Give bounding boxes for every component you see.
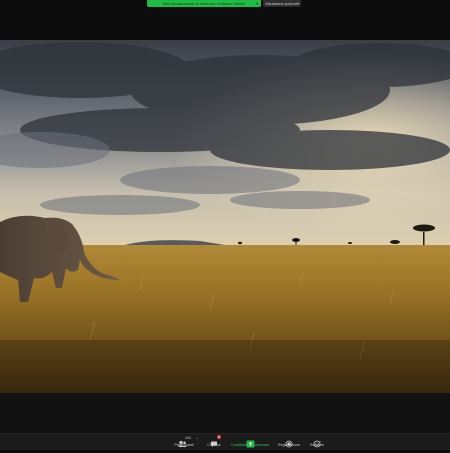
chevron-down-icon[interactable]: ^	[196, 437, 198, 441]
chevron-down-icon: ▾	[255, 1, 258, 6]
screen-sharing-indicator[interactable]: Stai visualizzando lo schermo di Marco S…	[147, 0, 261, 7]
meeting-toolbar: 104 ^ Partecipanti 3 Chatbox Condividere…	[0, 433, 450, 450]
view-options-label: Visualizza opzioni	[265, 1, 297, 6]
share-screen-button[interactable]: Condividere lo schermo	[228, 435, 272, 450]
reactions-icon: +	[306, 435, 328, 448]
participants-button[interactable]: 104 ^ Partecipanti	[168, 435, 200, 450]
shared-screen-view	[0, 40, 450, 393]
record-icon	[274, 435, 304, 448]
chevron-down-icon: ▾	[296, 1, 299, 6]
chat-unread-badge: 3	[217, 435, 221, 439]
chat-button[interactable]: 3 Chatbox	[201, 435, 227, 450]
share-screen-icon	[228, 435, 272, 448]
shared-photo	[0, 40, 450, 393]
chat-icon: 3	[201, 435, 227, 447]
sharing-status-text: Stai visualizzando lo schermo di Marco S…	[162, 1, 246, 6]
svg-text:+: +	[319, 440, 321, 444]
record-button[interactable]: Registrazione	[274, 435, 304, 450]
top-banner: Stai visualizzando lo schermo di Marco S…	[0, 0, 450, 40]
reactions-button[interactable]: + Reazioni	[306, 435, 328, 450]
participants-icon: 104 ^	[168, 435, 200, 447]
meeting-background-strip	[0, 393, 450, 433]
view-options-button[interactable]: Visualizza opzioni ▾	[263, 0, 301, 7]
participants-count: 104	[185, 436, 191, 440]
